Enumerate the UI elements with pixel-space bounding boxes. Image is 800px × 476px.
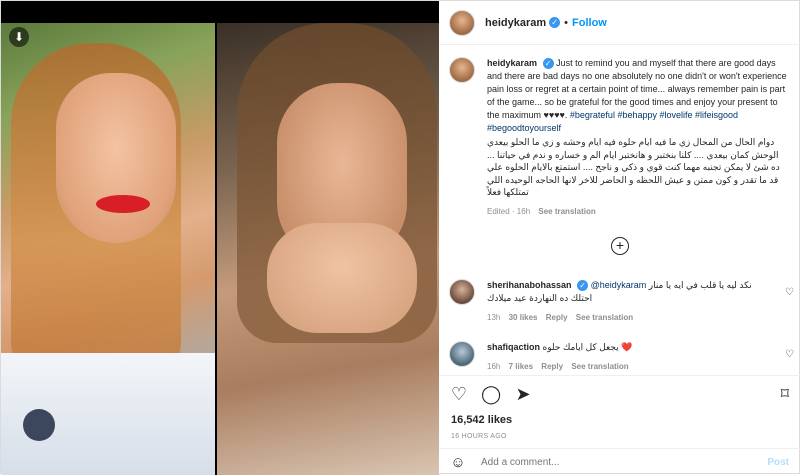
comment-meta: 13h 30 likes Reply See translation: [487, 311, 794, 324]
photo-crying: [217, 23, 439, 475]
photo-face: [56, 73, 176, 243]
edited-label: Edited · 16h: [487, 206, 531, 216]
comment-text: نكد ليه يا قلب في ايه يا منار: [648, 280, 752, 290]
see-translation-link[interactable]: See translation: [538, 207, 595, 216]
comment-username[interactable]: sherihanabohassan: [487, 280, 572, 290]
header-username[interactable]: heidykaram: [485, 17, 546, 29]
likes-count[interactable]: 16,542 likes: [451, 414, 512, 426]
avatar[interactable]: [449, 341, 475, 367]
caption-username[interactable]: heidykaram: [487, 58, 537, 68]
comment-username[interactable]: shafiqaction: [487, 342, 540, 352]
bookmark-icon[interactable]: ⌑: [781, 384, 789, 404]
verified-icon: ✓: [542, 58, 554, 70]
post-caption: heidykaram ✓ Just to remind you and myse…: [449, 57, 789, 218]
post-header: heidykaram ✓ • Follow: [439, 1, 800, 45]
avatar[interactable]: [449, 9, 475, 36]
reply-button[interactable]: Reply: [546, 313, 568, 322]
comment-time: 16h: [487, 362, 501, 371]
follow-button[interactable]: Follow: [572, 17, 607, 29]
photo-lips: [96, 195, 150, 213]
heart-icon[interactable]: ♡: [785, 349, 794, 360]
see-translation-link[interactable]: See translation: [576, 313, 633, 322]
share-icon[interactable]: ➤: [513, 384, 533, 404]
action-icons: ♡ ◯ ➤: [449, 384, 533, 406]
caption-meta: Edited · 16h See translation: [487, 205, 789, 218]
download-icon[interactable]: ⬇: [9, 27, 29, 47]
emoji-icon[interactable]: ☺: [449, 454, 467, 472]
comment-likes[interactable]: 7 likes: [509, 362, 533, 371]
see-translation-link[interactable]: See translation: [571, 362, 628, 371]
post-button[interactable]: Post: [767, 457, 789, 468]
comment-text-line2: احتلك ده النهاردة عيد ميلادك: [487, 293, 593, 303]
reply-button[interactable]: Reply: [541, 362, 563, 371]
post-modal: ⬇ heidykaram ✓ • Follow heidykaram ✓ Jus…: [0, 0, 800, 475]
verified-icon: ✓: [577, 280, 589, 292]
comment-body: sherihanabohassan ✓ @heidykaram نكد ليه …: [487, 279, 794, 324]
post-actions: ♡ ◯ ➤ ⌑ 16,542 likes 16 HOURS AGO ☺ Post: [439, 375, 800, 475]
photo-hand: [267, 223, 417, 333]
plus-circle-icon[interactable]: +: [611, 237, 629, 255]
heart-icon[interactable]: ♡: [449, 384, 469, 404]
separator-dot: •: [564, 16, 569, 29]
comment-time: 13h: [487, 313, 501, 322]
add-comment-row: ☺ Post: [439, 448, 800, 476]
post-side-panel: heidykaram ✓ • Follow heidykaram ✓ Just …: [439, 1, 800, 475]
comments-section: heidykaram ✓ Just to remind you and myse…: [439, 45, 800, 375]
comment-item: sherihanabohassan ✓ @heidykaram نكد ليه …: [449, 279, 794, 324]
post-media[interactable]: ⬇: [1, 1, 439, 475]
comment-item: shafiqaction يجعل كل ايامك حلوه ❤️ 16h 7…: [449, 341, 794, 373]
avatar[interactable]: [449, 57, 475, 83]
comment-icon[interactable]: ◯: [481, 384, 501, 404]
caption-text-ar: دوام الحال من المحال زي ما فيه ايام حلوه…: [487, 137, 780, 197]
comment-meta: 16h 7 likes Reply See translation: [487, 360, 794, 373]
post-time: 16 HOURS AGO: [451, 433, 507, 440]
verified-icon: ✓: [549, 17, 561, 28]
heart-icon[interactable]: ♡: [785, 287, 794, 298]
comment-input[interactable]: [481, 457, 731, 468]
comment-body: shafiqaction يجعل كل ايامك حلوه ❤️ 16h 7…: [487, 341, 794, 373]
photo-smiling: [1, 23, 215, 475]
comment-text: يجعل كل ايامك حلوه ❤️: [542, 342, 633, 352]
caption-body: heidykaram ✓ Just to remind you and myse…: [487, 57, 789, 218]
comment-mention[interactable]: @heidykaram: [591, 280, 647, 290]
avatar[interactable]: [449, 279, 475, 305]
tag-icon[interactable]: [23, 409, 55, 441]
comment-likes[interactable]: 30 likes: [509, 313, 538, 322]
